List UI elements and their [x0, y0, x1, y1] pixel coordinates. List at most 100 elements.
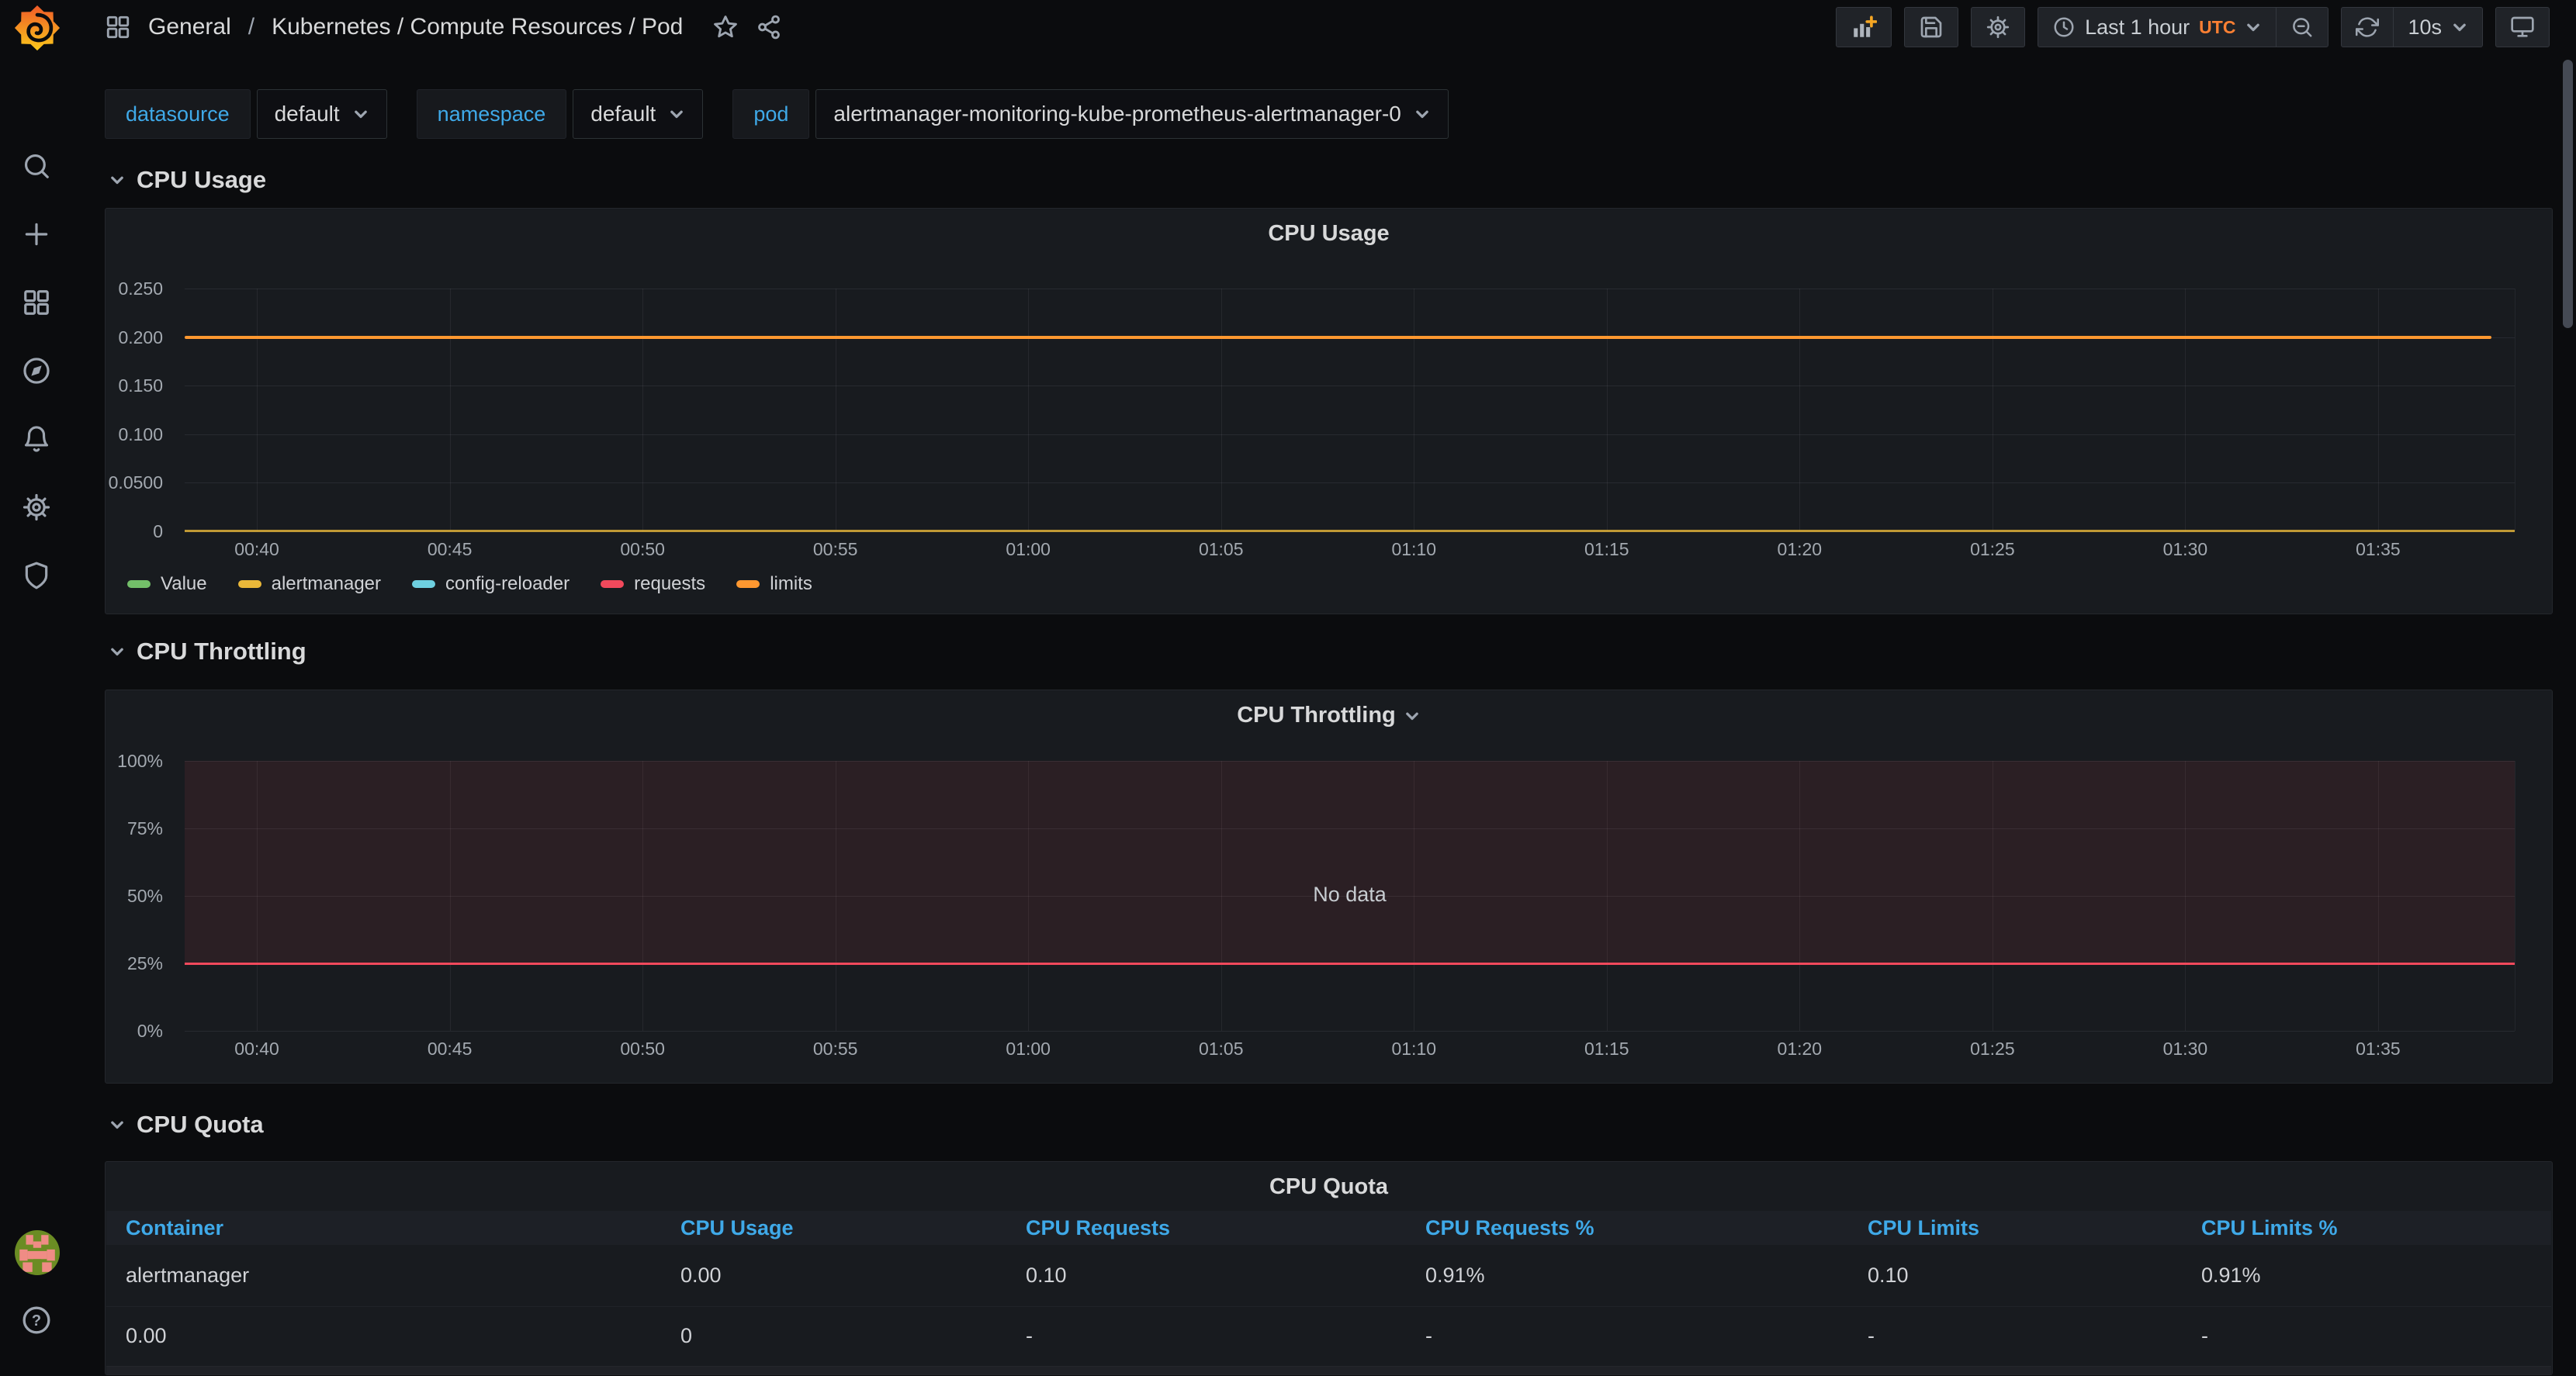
- v-gridline: [1799, 289, 1801, 531]
- chevron-down-icon: [111, 176, 123, 185]
- panel-title-text: CPU Usage: [1268, 221, 1390, 246]
- share-icon[interactable]: [756, 14, 782, 40]
- legend-item-alertmanager[interactable]: alertmanager: [237, 573, 382, 595]
- x-tick-label: 01:00: [1006, 539, 1051, 559]
- refresh-interval-dropdown[interactable]: 10s: [2393, 8, 2482, 47]
- panel-title-cpu-quota[interactable]: CPU Quota: [106, 1174, 2552, 1200]
- zoom-out-button[interactable]: [2276, 8, 2328, 47]
- y-tick-label: 0.100: [118, 424, 163, 444]
- cycle-view-button[interactable]: [2495, 7, 2550, 47]
- x-tick-label: 01:20: [1777, 539, 1823, 559]
- legend-label: config-reloader: [445, 573, 570, 594]
- chevron-down-icon: [111, 648, 123, 656]
- server-admin-shield-icon[interactable]: [22, 561, 51, 590]
- y-tick-label: 0.200: [118, 327, 163, 347]
- time-range-group: Last 1 hour UTC: [2038, 7, 2329, 47]
- x-tick-label: 00:55: [812, 1039, 858, 1059]
- chart-legend: Value alertmanager config-reloader reque…: [127, 573, 812, 595]
- breadcrumb-root[interactable]: General: [148, 14, 231, 40]
- column-header-container[interactable]: Container: [106, 1216, 661, 1240]
- alerting-bell-icon[interactable]: [22, 424, 51, 454]
- section-header-cpu-usage[interactable]: CPU Usage: [109, 166, 266, 194]
- cell-container: alertmanager: [126, 1264, 250, 1287]
- add-panel-button[interactable]: [1836, 7, 1892, 47]
- column-header-cpu-limits-pct[interactable]: CPU Limits %: [2182, 1216, 2551, 1240]
- v-gridline: [257, 289, 258, 531]
- column-header-cpu-limits[interactable]: CPU Limits: [1848, 1216, 2182, 1240]
- x-tick-label: 01:30: [2162, 1039, 2208, 1059]
- threshold-line: [185, 963, 2515, 965]
- cell-cpu-requests-pct: 0.91%: [1425, 1264, 1485, 1287]
- template-variables: datasource default namespace default pod…: [105, 89, 1449, 139]
- x-tick-label: 01:15: [1584, 539, 1629, 559]
- vertical-scrollbar-thumb[interactable]: [2563, 60, 2573, 328]
- variable-value-text: alertmanager-monitoring-kube-prometheus-…: [833, 102, 1401, 126]
- panel-cpu-quota: CPU Quota Container CPU Usage CPU Reques…: [105, 1161, 2553, 1375]
- variable-value-datasource[interactable]: default: [256, 89, 387, 139]
- x-tick-label: 01:20: [1777, 1039, 1823, 1059]
- x-tick-label: 01:25: [1970, 1039, 2015, 1059]
- column-header-cpu-requests[interactable]: CPU Requests: [1006, 1216, 1406, 1240]
- x-tick-label: 01:10: [1391, 1039, 1437, 1059]
- y-tick-label: 0%: [137, 1021, 163, 1041]
- no-data-message: No data: [1313, 882, 1387, 906]
- legend-item-value[interactable]: Value: [127, 573, 207, 595]
- refresh-group: 10s: [2341, 7, 2483, 47]
- cpu-usage-plot: [185, 289, 2515, 532]
- x-tick-label: 01:00: [1006, 1039, 1051, 1059]
- dashboard-title[interactable]: Kubernetes / Compute Resources / Pod: [272, 14, 683, 40]
- dashboard-settings-button[interactable]: [1971, 7, 2026, 47]
- save-dashboard-button[interactable]: [1904, 7, 1959, 47]
- y-tick-label: 0.150: [118, 375, 163, 396]
- chevron-down-icon: [1405, 712, 1418, 720]
- section-header-cpu-throttling[interactable]: CPU Throttling: [109, 638, 306, 666]
- x-tick-label: 01:15: [1584, 1039, 1629, 1059]
- cell-cpu-limits-pct: -: [2201, 1324, 2208, 1347]
- grafana-dashboard: ? General / Kubernetes / Compute Resourc…: [0, 0, 2576, 1376]
- star-icon[interactable]: [712, 14, 739, 40]
- top-navbar: General / Kubernetes / Compute Resources…: [0, 0, 2576, 54]
- legend-label: Value: [161, 573, 207, 594]
- panel-title-cpu-throttling[interactable]: CPU Throttling: [106, 703, 2552, 728]
- x-tick-label: 00:40: [234, 1039, 279, 1059]
- legend-item-limits[interactable]: limits: [736, 573, 812, 595]
- user-avatar[interactable]: [15, 1230, 60, 1275]
- cell-cpu-limits: 0.10: [1868, 1264, 1909, 1287]
- x-tick-label: 00:50: [620, 539, 665, 559]
- apps-grid-icon[interactable]: [105, 14, 131, 40]
- legend-swatch: [412, 580, 436, 588]
- legend-item-requests[interactable]: requests: [601, 573, 705, 595]
- refresh-button[interactable]: [2342, 8, 2393, 47]
- variable-label-pod: pod: [732, 89, 810, 139]
- dashboards-icon[interactable]: [22, 288, 51, 317]
- help-icon[interactable]: ?: [21, 1305, 52, 1336]
- v-gridline: [1606, 289, 1608, 531]
- table-row: 0.00 0 - - - -: [106, 1306, 2551, 1367]
- legend-swatch: [237, 580, 261, 588]
- column-header-cpu-requests-pct[interactable]: CPU Requests %: [1406, 1216, 1848, 1240]
- create-plus-icon[interactable]: [22, 220, 51, 249]
- column-header-cpu-usage[interactable]: CPU Usage: [661, 1216, 1006, 1240]
- configuration-gear-icon[interactable]: [22, 493, 51, 522]
- time-range-label: Last 1 hour: [2085, 15, 2190, 39]
- cell-cpu-usage: 0: [680, 1324, 693, 1347]
- svg-text:?: ?: [32, 1312, 41, 1329]
- variable-value-pod[interactable]: alertmanager-monitoring-kube-prometheus-…: [815, 89, 1449, 139]
- v-gridline: [449, 289, 451, 531]
- cell-cpu-usage: 0.00: [680, 1264, 722, 1287]
- legend-item-config-reloader[interactable]: config-reloader: [412, 573, 570, 595]
- x-tick-label: 01:35: [2356, 539, 2401, 559]
- legend-label: alertmanager: [271, 573, 382, 594]
- x-tick-label: 01:30: [2162, 539, 2208, 559]
- explore-compass-icon[interactable]: [22, 356, 51, 385]
- x-axis: 00:40 00:45 00:50 00:55 01:00 01:05 01:10 01:15…: [185, 539, 2515, 564]
- refresh-interval-value: 10s: [2408, 15, 2442, 39]
- y-tick-label: 50%: [126, 886, 163, 906]
- variable-value-namespace[interactable]: default: [573, 89, 704, 139]
- panel-title-cpu-usage[interactable]: CPU Usage: [106, 221, 2552, 247]
- search-icon[interactable]: [22, 151, 51, 181]
- time-range-picker[interactable]: Last 1 hour UTC: [2038, 8, 2276, 47]
- grafana-logo[interactable]: [12, 5, 63, 51]
- section-header-cpu-quota[interactable]: CPU Quota: [109, 1111, 264, 1139]
- x-tick-label: 01:05: [1198, 1039, 1244, 1059]
